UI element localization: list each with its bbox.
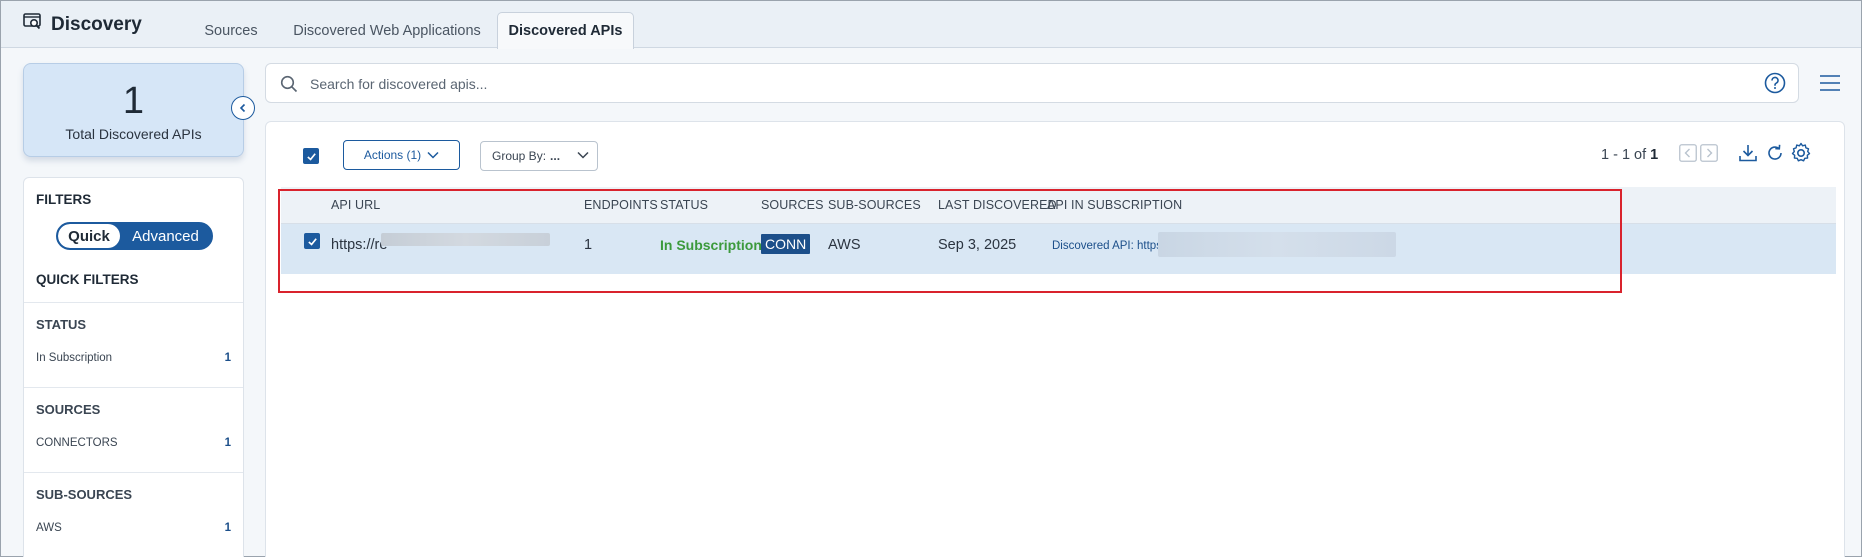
table-header: API URL ENDPOINTS STATUS SOURCES SUB-SOU… bbox=[281, 187, 1836, 224]
status-section-title: STATUS bbox=[36, 317, 87, 332]
table-row[interactable]: https://re 1 In Subscription CONN AWS Se… bbox=[281, 224, 1836, 274]
api-url-cell[interactable]: https://re bbox=[331, 237, 387, 253]
select-all-checkbox[interactable] bbox=[303, 148, 319, 164]
total-count: 1 bbox=[122, 80, 145, 122]
group-by-select[interactable]: Group By: ... bbox=[480, 141, 598, 171]
filter-mode-toggle[interactable]: Quick Advanced bbox=[56, 222, 213, 250]
help-icon[interactable] bbox=[1764, 72, 1786, 94]
pagination-total: 1 bbox=[1650, 147, 1659, 163]
checkmark-icon bbox=[307, 237, 317, 246]
checkmark-icon bbox=[306, 152, 316, 161]
sub-sources-cell: AWS bbox=[828, 237, 861, 253]
group-by-label: Group By: bbox=[492, 149, 547, 163]
divider bbox=[24, 387, 243, 388]
quick-filters-title: QUICK FILTERS bbox=[36, 272, 139, 287]
divider bbox=[24, 302, 243, 303]
search-bar bbox=[265, 63, 1799, 103]
filter-item-label: CONNECTORS bbox=[36, 437, 118, 449]
status-cell: In Subscription bbox=[660, 237, 762, 253]
tab-discovered-web-applications[interactable]: Discovered Web Applications bbox=[287, 12, 487, 49]
source-badge: CONN bbox=[761, 234, 811, 254]
column-api-url[interactable]: API URL bbox=[331, 198, 380, 212]
gear-icon[interactable] bbox=[1790, 142, 1812, 164]
chevron-down-icon bbox=[577, 151, 589, 159]
chevron-down-icon bbox=[427, 151, 439, 159]
column-sub-sources[interactable]: SUB-SOURCES bbox=[828, 198, 921, 212]
filter-item-count: 1 bbox=[224, 522, 231, 534]
pagination-info: 1 - 1 of 1 bbox=[1601, 147, 1658, 163]
app-title: Discovery bbox=[23, 13, 142, 37]
results-panel: Actions (1) Group By: ... 1 - 1 of 1 API… bbox=[265, 121, 1845, 557]
filter-item-label: In Subscription bbox=[36, 352, 113, 364]
column-last-discovered[interactable]: LAST DISCOVERED bbox=[938, 198, 1057, 212]
row-checkbox[interactable] bbox=[304, 233, 320, 249]
group-by-value: ... bbox=[550, 149, 561, 163]
collapse-panel-button[interactable] bbox=[231, 96, 255, 120]
actions-label: Actions (1) bbox=[363, 148, 422, 162]
search-icon bbox=[280, 75, 298, 93]
chevron-left-icon bbox=[239, 103, 246, 113]
filters-panel: FILTERS Quick Advanced QUICK FILTERS STA… bbox=[23, 177, 244, 557]
next-page-icon[interactable] bbox=[1700, 144, 1718, 162]
last-discovered-cell: Sep 3, 2025 bbox=[938, 237, 1017, 253]
tab-discovered-apis[interactable]: Discovered APIs bbox=[497, 12, 634, 49]
discovery-icon bbox=[23, 13, 43, 37]
tab-sources[interactable]: Sources bbox=[181, 12, 281, 49]
redacted-url bbox=[381, 233, 550, 246]
total-label: Total Discovered APIs bbox=[65, 126, 202, 142]
filter-item-in-subscription[interactable]: In Subscription 1 bbox=[36, 352, 231, 364]
prev-page-icon[interactable] bbox=[1679, 144, 1697, 162]
app-title-text: Discovery bbox=[51, 14, 142, 35]
actions-button[interactable]: Actions (1) bbox=[343, 140, 460, 170]
download-icon[interactable] bbox=[1738, 143, 1758, 163]
pagination-range: 1 - 1 of bbox=[1601, 147, 1647, 163]
filter-item-connectors[interactable]: CONNECTORS 1 bbox=[36, 437, 231, 449]
filter-item-aws[interactable]: AWS 1 bbox=[36, 522, 231, 534]
toggle-quick[interactable]: Quick bbox=[58, 224, 120, 248]
total-discovered-card: 1 Total Discovered APIs bbox=[23, 63, 244, 157]
redacted-subscription-url bbox=[1158, 232, 1396, 257]
refresh-icon[interactable] bbox=[1765, 143, 1785, 163]
sub-sources-section-title: SUB-SOURCES bbox=[36, 487, 133, 502]
search-input[interactable] bbox=[310, 73, 1710, 95]
divider bbox=[24, 472, 243, 473]
filter-item-label: AWS bbox=[36, 522, 62, 534]
filters-title: FILTERS bbox=[36, 192, 92, 207]
column-endpoints[interactable]: ENDPOINTS bbox=[584, 198, 658, 212]
toggle-advanced[interactable]: Advanced bbox=[120, 224, 211, 248]
hamburger-menu-icon[interactable] bbox=[1819, 74, 1841, 92]
api-in-subscription-link[interactable]: Discovered API: https:// bbox=[1052, 240, 1172, 252]
app-header: Discovery Sources Discovered Web Applica… bbox=[1, 1, 1861, 49]
endpoints-cell: 1 bbox=[584, 237, 593, 253]
column-status[interactable]: STATUS bbox=[660, 198, 708, 212]
sources-section-title: SOURCES bbox=[36, 402, 101, 417]
column-api-in-subscription[interactable]: API IN SUBSCRIPTION bbox=[1047, 198, 1182, 212]
filter-item-count: 1 bbox=[224, 437, 231, 449]
filter-item-count: 1 bbox=[224, 352, 231, 364]
column-sources[interactable]: SOURCES bbox=[761, 198, 824, 212]
